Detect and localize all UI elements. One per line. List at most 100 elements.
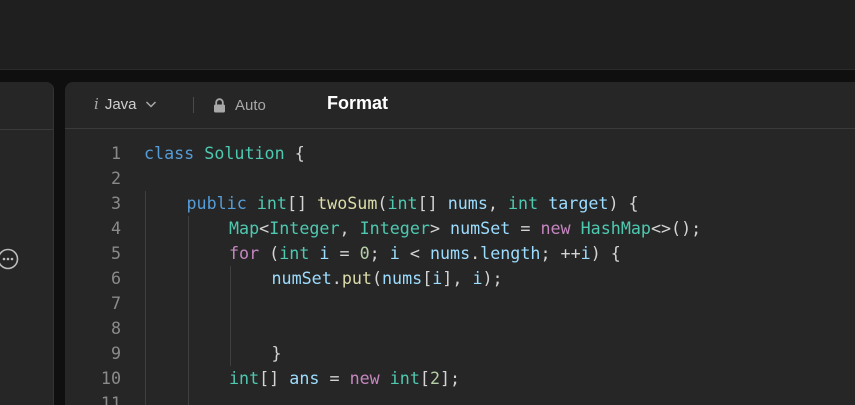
code-line: 6 numSet.put(nums[i], i); (65, 266, 855, 291)
code-token: . (331, 268, 342, 288)
code-token: Integer (269, 218, 340, 238)
toolbar-divider (193, 97, 194, 113)
code-token: int (229, 368, 260, 388)
code-token: numSet (450, 218, 511, 238)
code-token: ) { (590, 243, 621, 263)
code-token: put (341, 268, 372, 288)
code-line: 4 Map<Integer, Integer> numSet = new Hash… (65, 216, 855, 241)
indent-guide (187, 366, 189, 391)
line-number: 10 (100, 368, 121, 388)
code-token: = (510, 218, 541, 238)
code-text: } (272, 341, 282, 366)
code-line: 1 class Solution { (65, 141, 855, 166)
code-token: ]; (439, 368, 461, 388)
code-token: < (259, 218, 270, 238)
code-token: i (472, 268, 483, 288)
code-text: for (int i = 0; i < nums.length; ++i) { (229, 241, 621, 266)
code-text: numSet.put(nums[i], i); (272, 266, 503, 291)
indent-guide (145, 366, 146, 391)
code-token: for (229, 243, 260, 263)
code-token: target (548, 193, 609, 213)
code-token: int (508, 193, 539, 213)
code-token: <>(); (650, 218, 702, 238)
code-token: public (186, 193, 247, 213)
indent-guide (145, 391, 146, 405)
line-number: 8 (110, 318, 121, 338)
code-token: = (319, 368, 350, 388)
line-number: 3 (110, 193, 121, 213)
code-token: i (319, 243, 330, 263)
indent-guide (187, 341, 189, 366)
code-area[interactable]: 1 class Solution { 2 3 public int[] twoSum(i… (65, 141, 855, 405)
indent-guide (187, 266, 189, 291)
info-icon: i (94, 95, 99, 113)
editor-toolbar: i Java Auto Format (65, 82, 855, 129)
code-line: 9} (65, 341, 855, 366)
code-token: Map (229, 218, 260, 238)
indent-guide (145, 291, 146, 316)
code-token: [] (259, 368, 290, 388)
code-text: Map<Integer, Integer> numSet = new HashM… (229, 216, 701, 241)
code-token: ( (371, 268, 383, 288)
code-token: int (256, 193, 287, 213)
indent-guide (230, 316, 231, 341)
code-token: int (279, 243, 310, 263)
line-number: 6 (110, 268, 121, 288)
code-token: = (329, 243, 360, 263)
line-number: 1 (110, 143, 121, 163)
code-text: class Solution { (144, 141, 305, 166)
code-token: ( (259, 243, 280, 263)
line-number: 2 (110, 168, 121, 188)
code-token: ans (289, 368, 320, 388)
code-token: . (470, 243, 481, 263)
code-token: int (389, 368, 420, 388)
indent-guide (145, 191, 146, 216)
indent-guide (187, 216, 189, 241)
code-token: [] (417, 193, 448, 213)
code-line: 5 for (int i = 0; i < nums.length; ++i) { (65, 241, 855, 266)
code-line: 3 public int[] twoSum(int[] nums, int tar… (65, 191, 855, 216)
code-token: 2 (429, 368, 440, 388)
chevron-down-icon (145, 101, 156, 108)
code-line: 8 (65, 316, 855, 341)
code-token: i (580, 243, 591, 263)
code-token: length (480, 243, 541, 263)
language-select[interactable]: i Java (94, 93, 157, 115)
code-token: ); (482, 268, 503, 288)
code-token: > (429, 218, 451, 238)
lock-icon (214, 97, 225, 112)
code-token: i (389, 243, 400, 263)
code-token: new (349, 368, 380, 388)
format-button[interactable]: Format (327, 93, 388, 114)
indent-guide (187, 391, 189, 405)
code-token: , (487, 193, 508, 213)
more-options-icon[interactable] (0, 248, 19, 270)
code-line: 2 (65, 166, 855, 191)
indent-guide (187, 291, 189, 316)
left-panel (0, 82, 54, 405)
left-panel-divider (0, 129, 53, 130)
code-line: 11 (65, 391, 855, 405)
code-token: new (540, 218, 571, 238)
line-number: 4 (110, 218, 121, 238)
indent-guide (187, 316, 189, 341)
code-token: ) { (608, 193, 639, 213)
code-token: [ (422, 268, 433, 288)
indent-guide (230, 291, 231, 316)
code-token: i (432, 268, 443, 288)
indent-guide (145, 266, 146, 291)
indent-guide (145, 341, 146, 366)
code-line: 10 int[] ans = new int[2]; (65, 366, 855, 391)
indent-guide (187, 241, 189, 266)
indent-guide (145, 241, 146, 266)
code-text: public int[] twoSum(int[] nums, int targ… (187, 191, 639, 216)
auto-mode-toggle[interactable]: Auto (213, 94, 266, 116)
code-token: int (387, 193, 418, 213)
code-token: < (399, 243, 430, 263)
